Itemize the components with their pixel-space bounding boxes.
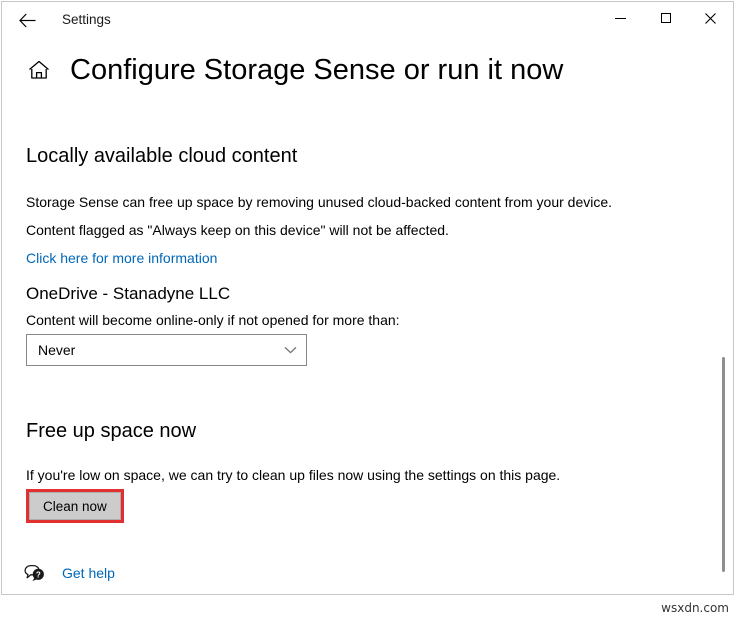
- cloud-content-description-line2: Content flagged as "Always keep on this …: [26, 222, 449, 238]
- home-glyph-icon: [28, 60, 50, 80]
- settings-content: Locally available cloud content Storage …: [2, 112, 733, 595]
- page-header: Configure Storage Sense or run it now: [2, 46, 733, 94]
- onedrive-account-heading: OneDrive - Stanadyne LLC: [26, 284, 230, 304]
- close-icon: [705, 13, 716, 24]
- question-bubble-icon: ?: [24, 562, 46, 584]
- free-up-space-heading: Free up space now: [26, 420, 196, 443]
- maximize-button[interactable]: [643, 2, 688, 34]
- onedrive-account-description: Content will become online-only if not o…: [26, 312, 400, 328]
- back-arrow-icon: [19, 13, 36, 28]
- settings-window: Settings Configure Storage Sense or: [1, 1, 734, 595]
- clean-now-highlight: Clean now: [26, 489, 124, 523]
- chevron-down-icon: [284, 346, 297, 354]
- more-information-link[interactable]: Click here for more information: [26, 250, 217, 266]
- svg-text:?: ?: [36, 570, 41, 579]
- vertical-scrollbar[interactable]: [718, 42, 730, 592]
- clean-now-button[interactable]: Clean now: [29, 492, 121, 520]
- get-help-label: Get help: [62, 565, 115, 581]
- scrollbar-thumb[interactable]: [722, 357, 725, 572]
- cloud-content-description-line1: Storage Sense can free up space by remov…: [26, 194, 612, 210]
- caption-buttons: [598, 2, 733, 34]
- home-icon[interactable]: [26, 57, 52, 83]
- get-help-row[interactable]: ? Get help: [24, 562, 115, 584]
- maximize-icon: [661, 13, 671, 23]
- title-bar: Settings: [2, 2, 733, 38]
- back-button[interactable]: [10, 4, 44, 36]
- close-button[interactable]: [688, 2, 733, 34]
- minimize-button[interactable]: [598, 2, 643, 34]
- app-title: Settings: [62, 2, 111, 38]
- page-title: Configure Storage Sense or run it now: [70, 54, 563, 87]
- cloud-content-heading: Locally available cloud content: [26, 145, 297, 168]
- watermark: wsxdn.com: [661, 601, 729, 615]
- online-only-threshold-dropdown[interactable]: Never: [26, 334, 307, 366]
- minimize-icon: [615, 18, 626, 19]
- dropdown-selected-value: Never: [38, 342, 75, 358]
- free-up-space-description: If you're low on space, we can try to cl…: [26, 467, 560, 483]
